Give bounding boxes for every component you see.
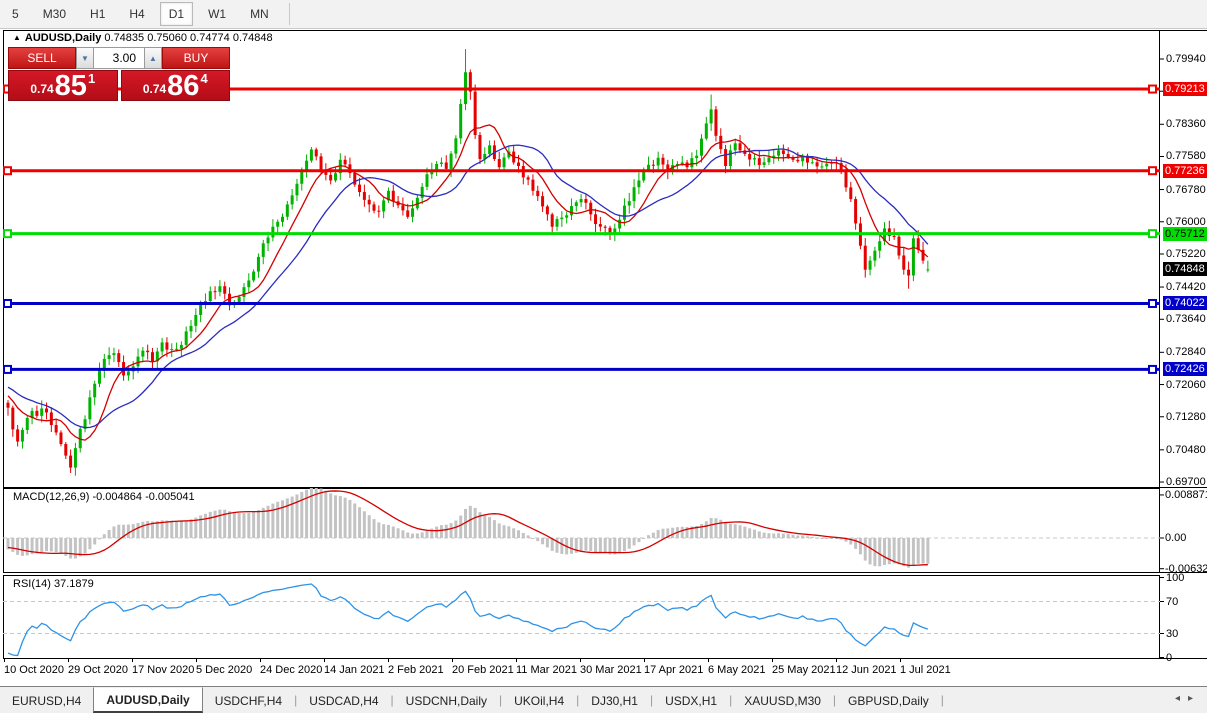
price-tick-label: 0.73640 [1166, 313, 1206, 326]
rsi-pane-border [4, 576, 1160, 659]
chart-symbol-label: AUDUSD,Daily [25, 32, 101, 44]
price-tick-label: 0.72840 [1166, 346, 1206, 359]
tab-scroll-arrows: ◂▸ [1175, 693, 1201, 704]
date-tick-label: 2 Feb 2021 [388, 664, 444, 677]
macd-tick-label: 0.008871 [1165, 489, 1207, 502]
date-tick-label: 11 Mar 2021 [516, 664, 577, 677]
current-price-badge: 0.74848 [1163, 262, 1207, 276]
rsi-tick-label: 70 [1166, 596, 1178, 609]
date-tick-label: 10 Oct 2020 [4, 664, 64, 677]
volume-increase-button[interactable]: ▲ [144, 47, 162, 69]
price-tick-label: 0.76780 [1166, 184, 1206, 197]
date-tick-label: 14 Jan 2021 [324, 664, 385, 677]
price-tick-label: 0.72060 [1166, 379, 1206, 392]
sell-button[interactable]: SELL [8, 47, 76, 69]
date-tick-label: 17 Apr 2021 [644, 664, 703, 677]
ma-8-line [8, 125, 928, 440]
date-tick-label: 5 Dec 2020 [196, 664, 252, 677]
buy-price-prefix: 0.74 [143, 82, 166, 96]
buy-button[interactable]: BUY [162, 47, 230, 69]
macd-tick-label: 0.00 [1165, 532, 1186, 545]
chart-header: ▲ AUDUSD,Daily 0.74835 0.75060 0.74774 0.… [13, 32, 273, 44]
price-tick-label: 0.75220 [1166, 248, 1206, 261]
sell-price-display[interactable]: 0.74 85 1 [8, 70, 118, 101]
chart-ohlc-values: 0.74835 0.75060 0.74774 0.74848 [104, 32, 272, 44]
buy-price-pip-digit: 4 [200, 71, 207, 86]
collapse-triangle-icon[interactable]: ▲ [13, 33, 21, 42]
chart-tab-ukoil[interactable]: UKOil,H4 [502, 688, 576, 713]
date-tick-label: 20 Feb 2021 [452, 664, 514, 677]
tab-scroll-left-icon[interactable]: ◂ [1175, 693, 1188, 704]
price-tick-label: 0.79940 [1166, 53, 1206, 66]
macd-indicator-label: MACD(12,26,9) -0.004864 -0.005041 [13, 491, 195, 503]
price-tick-label: 0.78360 [1166, 118, 1206, 131]
sell-price-pip-digit: 1 [88, 71, 95, 86]
date-tick-label: 25 May 2021 [772, 664, 836, 677]
chart-tab-eurusd[interactable]: EURUSD,H4 [0, 688, 93, 713]
levels-group [4, 86, 1160, 373]
level-price-badge: 0.74022 [1163, 296, 1207, 310]
chart-tab-usdchf[interactable]: USDCHF,H4 [203, 688, 294, 713]
rsi-indicator-label: RSI(14) 37.1879 [13, 578, 94, 590]
sell-price-big-digits: 85 [55, 73, 87, 99]
chart-tab-audusd[interactable]: AUDUSD,Daily [93, 687, 202, 713]
sell-price-prefix: 0.74 [30, 82, 53, 96]
chart-tab-usdcad[interactable]: USDCAD,H4 [297, 688, 390, 713]
level-price-badge: 0.79213 [1163, 82, 1207, 96]
rsi-tick-label: 30 [1166, 628, 1178, 641]
tab-scroll-right-icon[interactable]: ▸ [1188, 693, 1201, 704]
chart-tab-usdx[interactable]: USDX,H1 [653, 688, 729, 713]
price-tick-label: 0.77580 [1166, 150, 1206, 163]
price-tick-label: 0.74420 [1166, 281, 1206, 294]
price-tick-label: 0.70480 [1166, 444, 1206, 457]
chart-tab-gbpusd[interactable]: GBPUSD,Daily [836, 688, 941, 713]
buy-price-display[interactable]: 0.74 86 4 [121, 70, 231, 101]
date-tick-label: 17 Nov 2020 [132, 664, 194, 677]
candles-group [7, 49, 930, 476]
date-tick-label: 6 May 2021 [708, 664, 765, 677]
date-tick-label: 29 Oct 2020 [68, 664, 128, 677]
ma-18-line [8, 145, 928, 428]
rsi-tick-label: 100 [1166, 572, 1184, 585]
chart-tab-dj30[interactable]: DJ30,H1 [579, 688, 650, 713]
date-tick-label: 1 Jul 2021 [900, 664, 951, 677]
date-tick-label: 24 Dec 2020 [260, 664, 322, 677]
chart-tab-bar: EURUSD,H4AUDUSD,DailyUSDCHF,H4 | USDCAD,H4… [0, 686, 1207, 713]
volume-decrease-button[interactable]: ▼ [76, 47, 94, 69]
tab-separator: | [941, 687, 944, 713]
date-tick-label: 12 Jun 2021 [836, 664, 897, 677]
one-click-trade-panel: SELL ▼ 3.00 ▲ BUY 0.74 85 1 0.74 86 4 [8, 47, 230, 101]
chart-tab-xauusd[interactable]: XAUUSD,M30 [732, 688, 833, 713]
chart-tab-usdcnh[interactable]: USDCNH,Daily [394, 688, 499, 713]
rsi-line [8, 584, 928, 656]
mt4-window: { "toolbar": {"timeframes": ["5","M30","… [0, 0, 1207, 712]
rsi-tick-label: 0 [1166, 652, 1172, 665]
price-tick-label: 0.69700 [1166, 476, 1206, 489]
price-tick-label: 0.71280 [1166, 411, 1206, 424]
rsi-group [3, 584, 1160, 656]
level-price-badge: 0.75712 [1163, 227, 1207, 241]
volume-input[interactable]: 3.00 [94, 47, 144, 69]
level-price-badge: 0.72426 [1163, 362, 1207, 376]
buy-price-big-digits: 86 [167, 73, 199, 99]
date-tick-label: 30 Mar 2021 [580, 664, 642, 677]
level-price-badge: 0.77236 [1163, 164, 1207, 178]
main-chart-svg [0, 0, 1207, 712]
